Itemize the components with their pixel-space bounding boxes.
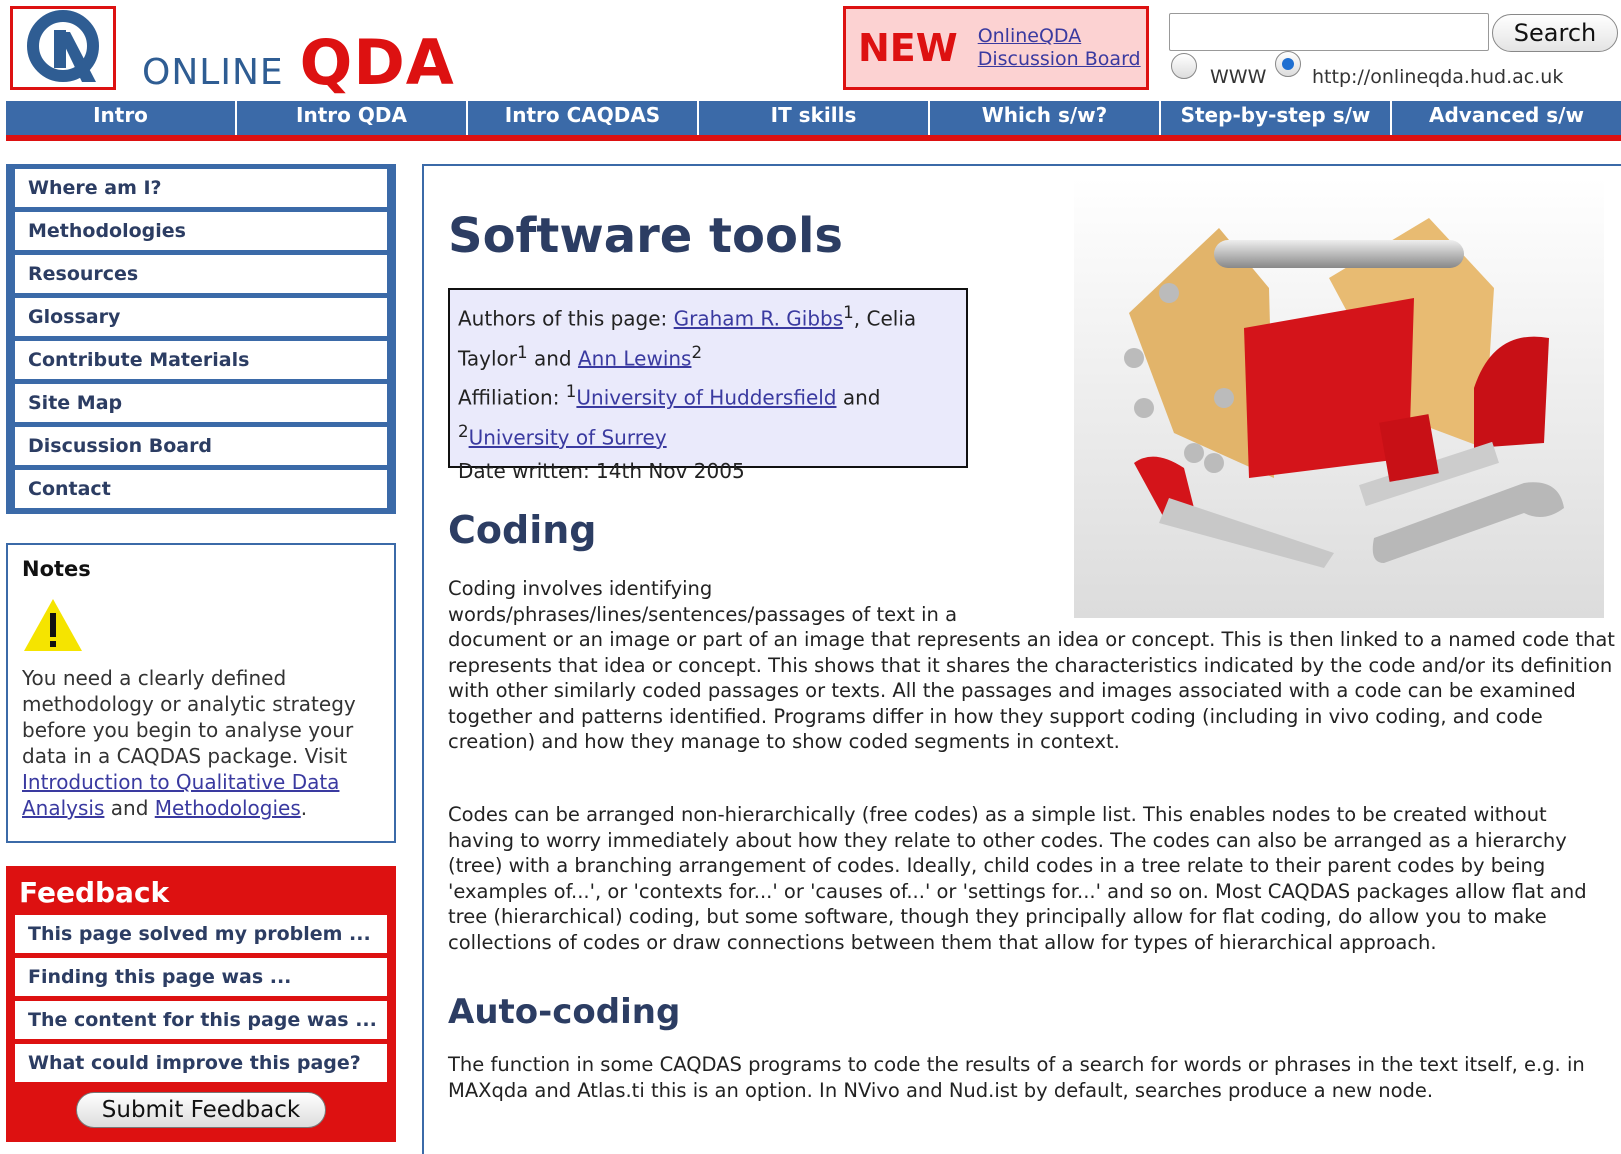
nav-tab-advanced[interactable]: Advanced s/w bbox=[1392, 101, 1621, 135]
feedback-title: Feedback bbox=[19, 876, 170, 909]
affiliation-label: Affiliation: bbox=[458, 385, 566, 410]
radio-www-label: WWW bbox=[1210, 66, 1267, 88]
new-label: NEW bbox=[858, 26, 958, 70]
sidebar-item-glossary[interactable]: Glossary bbox=[15, 298, 387, 336]
author3-sup: 2 bbox=[691, 342, 703, 362]
search-button[interactable]: Search bbox=[1492, 14, 1618, 52]
sidebar-item-discussion-board[interactable]: Discussion Board bbox=[15, 427, 387, 465]
authors-box: Authors of this page: Graham R. Gibbs1, … bbox=[448, 288, 968, 483]
radio-site-label: http://onlineqda.hud.ac.uk bbox=[1312, 66, 1564, 88]
sidebar-item-site-map[interactable]: Site Map bbox=[15, 384, 387, 422]
notes-title: Notes bbox=[22, 557, 91, 581]
huddersfield-link[interactable]: University of Huddersfield bbox=[576, 386, 836, 410]
site-logo[interactable] bbox=[10, 6, 116, 90]
main-content: Software tools Authors of this page: Gra… bbox=[422, 164, 1621, 1154]
notes-panel: Notes You need a clearly defined methodo… bbox=[6, 543, 396, 843]
aff-and: and bbox=[836, 385, 881, 410]
notes-text: You need a clearly defined methodology o… bbox=[22, 665, 380, 821]
aff2-sup: 2 bbox=[458, 421, 469, 441]
submit-feedback-button[interactable]: Submit Feedback bbox=[76, 1092, 326, 1128]
feedback-item-improve[interactable]: What could improve this page? bbox=[15, 1044, 387, 1082]
autocoding-heading: Auto-coding bbox=[448, 992, 681, 1032]
radio-www[interactable] bbox=[1171, 53, 1197, 79]
nav-tab-intro[interactable]: Intro bbox=[6, 101, 237, 135]
methodologies-link[interactable]: Methodologies bbox=[155, 796, 301, 820]
nav-tab-intro-qda[interactable]: Intro QDA bbox=[237, 101, 468, 135]
coding-paragraph-2: Codes can be arranged non-hierarchically… bbox=[448, 803, 1587, 954]
site-name-qda: QDA bbox=[299, 26, 455, 99]
affiliation-line: Affiliation: 1University of Huddersfield… bbox=[458, 375, 958, 454]
radio-site[interactable] bbox=[1275, 51, 1301, 77]
notes-end: . bbox=[300, 796, 308, 820]
author-lewins-link[interactable]: Ann Lewins bbox=[578, 346, 692, 370]
site-name: ONLINE QDA bbox=[142, 26, 455, 99]
sidebar-item-resources[interactable]: Resources bbox=[15, 255, 387, 293]
discussion-link-line2: Discussion Board bbox=[977, 48, 1141, 70]
surrey-link[interactable]: University of Surrey bbox=[469, 426, 667, 450]
sidebar-item-contribute[interactable]: Contribute Materials bbox=[15, 341, 387, 379]
feedback-item-finding[interactable]: Finding this page was ... bbox=[15, 958, 387, 996]
feedback-item-solved[interactable]: This page solved my problem ... bbox=[15, 915, 387, 953]
main-nav: Intro Intro QDA Intro CAQDAS IT skills W… bbox=[6, 101, 1621, 141]
search-input[interactable] bbox=[1169, 13, 1489, 51]
notes-body: You need a clearly defined methodology o… bbox=[22, 666, 356, 768]
toolbox-photo bbox=[1074, 178, 1604, 618]
sidebar-item-where-am-i[interactable]: Where am I? bbox=[15, 169, 387, 207]
nav-tab-it-skills[interactable]: IT skills bbox=[699, 101, 930, 135]
authors-label: Authors of this page: bbox=[458, 306, 674, 331]
sidebar-item-methodologies[interactable]: Methodologies bbox=[15, 212, 387, 250]
authors-and: and bbox=[527, 346, 578, 371]
warning-icon bbox=[24, 599, 82, 651]
notes-and: and bbox=[104, 796, 155, 820]
nav-tab-step-by-step[interactable]: Step-by-step s/w bbox=[1161, 101, 1392, 135]
feedback-panel: Feedback This page solved my problem ...… bbox=[6, 866, 396, 1142]
nav-tab-which-sw[interactable]: Which s/w? bbox=[930, 101, 1161, 135]
aff1-sup: 1 bbox=[565, 382, 577, 402]
coding-paragraph-1: document or an image or part of an image… bbox=[448, 628, 1615, 753]
discussion-board-link[interactable]: OnlineQDA Discussion Board bbox=[978, 25, 1141, 71]
sidebar-item-contact[interactable]: Contact bbox=[15, 470, 387, 508]
sidebar-menu: Where am I? Methodologies Resources Glos… bbox=[6, 164, 396, 514]
page-title: Software tools bbox=[448, 208, 843, 264]
nav-tab-intro-caqdas[interactable]: Intro CAQDAS bbox=[468, 101, 699, 135]
date-written: Date written: 14th Nov 2005 bbox=[458, 458, 745, 483]
authors-line: Authors of this page: Graham R. Gibbs1, … bbox=[458, 296, 958, 375]
autocoding-paragraph: The function in some CAQDAS programs to … bbox=[448, 1053, 1585, 1102]
new-announcement: NEW OnlineQDA Discussion Board bbox=[843, 6, 1149, 90]
qda-logo-icon bbox=[27, 10, 99, 82]
author1-sup: 1 bbox=[843, 303, 854, 322]
author2-sup: 1 bbox=[517, 342, 528, 362]
coding-heading: Coding bbox=[448, 508, 597, 552]
author-gibbs-link[interactable]: Graham R. Gibbs bbox=[674, 307, 844, 331]
site-name-online: ONLINE bbox=[142, 52, 284, 93]
discussion-link-line1: OnlineQDA bbox=[977, 25, 1082, 47]
coding-paragraph-intro: Coding involves identifying words/phrase… bbox=[448, 577, 958, 626]
feedback-item-content[interactable]: The content for this page was ... bbox=[15, 1001, 387, 1039]
